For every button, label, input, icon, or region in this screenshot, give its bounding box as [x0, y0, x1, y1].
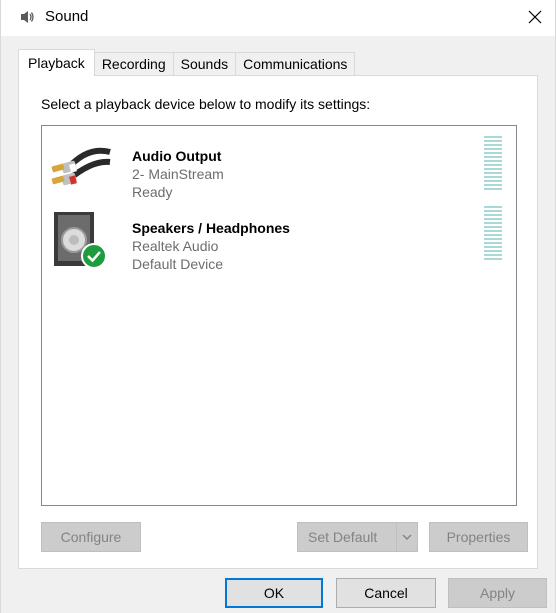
cancel-button[interactable]: Cancel: [336, 578, 436, 608]
tab-communications[interactable]: Communications: [235, 52, 356, 76]
close-button[interactable]: [515, 0, 555, 34]
device-status: Ready: [132, 184, 173, 200]
default-check-badge: [81, 243, 107, 269]
sound-dialog: Sound Playback Recording Sounds Communic…: [0, 0, 556, 613]
device-list[interactable]: Audio Output 2- MainStream Ready Speaker…: [41, 125, 517, 506]
tab-recording[interactable]: Recording: [93, 52, 174, 76]
playback-panel: Select a playback device below to modify…: [18, 75, 538, 569]
device-name: Speakers / Headphones: [132, 220, 290, 236]
device-status: Default Device: [132, 256, 224, 272]
device-item-audio-output[interactable]: Audio Output 2- MainStream Ready: [42, 134, 516, 200]
window-title: Sound: [45, 8, 89, 25]
device-item-speakers[interactable]: Speakers / Headphones Realtek Audio Defa…: [42, 206, 516, 272]
device-name: Audio Output: [132, 148, 222, 164]
volume-level-meter: [484, 136, 502, 192]
apply-button[interactable]: Apply: [448, 578, 547, 608]
chevron-down-icon: [402, 534, 412, 540]
speaker-title-icon: [21, 11, 34, 23]
device-description: Realtek Audio: [132, 238, 219, 254]
set-default-button[interactable]: Set Default: [297, 522, 418, 552]
volume-level-meter: [484, 206, 502, 262]
rca-cable-icon: [51, 147, 111, 186]
speaker-icon: [54, 212, 107, 269]
tab-strip: Playback Recording Sounds Communications: [18, 49, 356, 76]
configure-button[interactable]: Configure: [41, 522, 141, 552]
properties-button[interactable]: Properties: [429, 522, 528, 552]
set-default-dropdown-arrow[interactable]: [396, 523, 417, 551]
tab-sounds[interactable]: Sounds: [172, 52, 237, 76]
device-description: 2- MainStream: [132, 166, 224, 182]
title-bar: Sound: [1, 0, 555, 36]
ok-button[interactable]: OK: [225, 578, 323, 608]
tab-playback[interactable]: Playback: [18, 49, 95, 76]
close-icon[interactable]: [528, 10, 542, 24]
instruction-text: Select a playback device below to modify…: [41, 96, 371, 112]
set-default-label: Set Default: [308, 529, 378, 545]
